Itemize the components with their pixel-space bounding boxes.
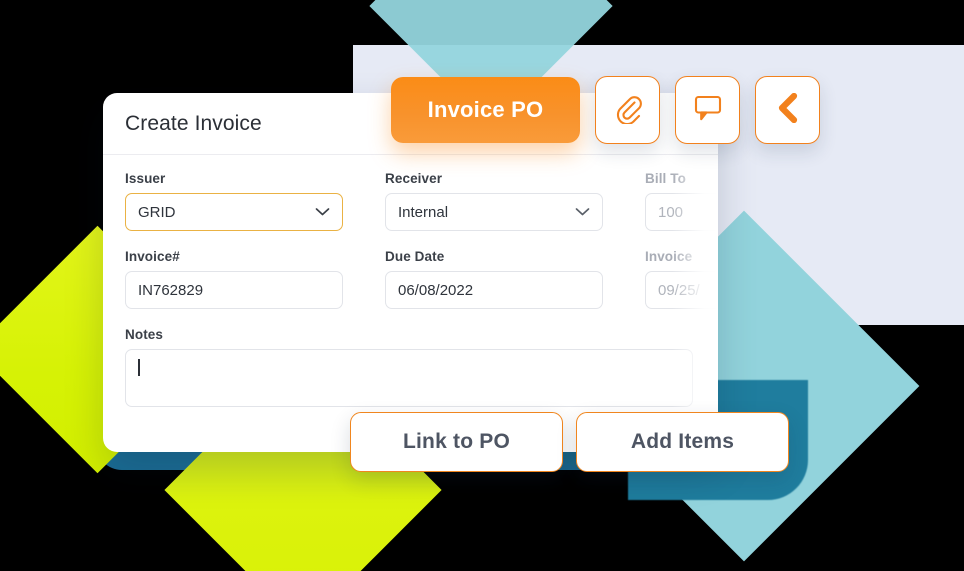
screenshot-stage: Create Invoice Issuer GRID Receiver Inte…: [0, 0, 964, 571]
receiver-field: Receiver Internal: [385, 171, 603, 231]
invoice-actions: Link to PO Add Items: [350, 412, 789, 472]
due-date-label: Due Date: [385, 249, 445, 264]
invoice-po-button[interactable]: Invoice PO: [391, 77, 580, 143]
page-title: Create Invoice: [125, 111, 262, 135]
create-invoice-card: Create Invoice Issuer GRID Receiver Inte…: [103, 93, 718, 452]
invoice-date-value: 09/25/: [658, 281, 700, 299]
comments-button[interactable]: [675, 76, 740, 144]
issuer-select[interactable]: GRID: [125, 193, 343, 231]
link-to-po-label: Link to PO: [403, 430, 510, 453]
chevron-down-icon: [575, 204, 590, 221]
form-row-1: Issuer GRID Receiver Internal Bill To 10…: [125, 171, 718, 231]
due-date-input[interactable]: 06/08/2022: [385, 271, 603, 309]
chevron-left-icon: [775, 92, 801, 128]
invoice-number-label: Invoice#: [125, 249, 180, 264]
issuer-field: Issuer GRID: [125, 171, 343, 231]
notes-field: Notes: [125, 327, 696, 407]
add-items-label: Add Items: [630, 430, 735, 453]
back-button[interactable]: [755, 76, 820, 144]
receiver-select[interactable]: Internal: [385, 193, 603, 231]
receiver-label: Receiver: [385, 171, 443, 186]
invoice-number-value: IN762829: [138, 281, 204, 299]
invoice-number-input[interactable]: IN762829: [125, 271, 343, 309]
receiver-value: Internal: [398, 203, 449, 221]
chevron-down-icon: [315, 204, 330, 221]
bill-to-value: 100: [658, 203, 684, 221]
add-items-button[interactable]: Add Items: [576, 412, 789, 472]
speech-bubble-icon: [692, 93, 724, 128]
paperclip-icon: [612, 92, 644, 129]
text-caret: [138, 359, 140, 377]
link-to-po-button[interactable]: Link to PO: [350, 412, 563, 472]
bill-to-input[interactable]: 100: [645, 193, 718, 231]
invoice-number-field: Invoice# IN762829: [125, 249, 343, 309]
form-row-2: Invoice# IN762829 Due Date 06/08/2022 In…: [125, 249, 718, 309]
notes-textarea[interactable]: [125, 349, 693, 407]
bill-to-field: Bill To 100: [645, 171, 718, 231]
bill-to-label: Bill To: [645, 171, 686, 186]
invoice-po-label: Invoice PO: [427, 97, 544, 122]
issuer-value: GRID: [138, 203, 176, 221]
issuer-label: Issuer: [125, 171, 166, 186]
invoice-date-field: Invoice 09/25/: [645, 249, 718, 309]
invoice-form: Issuer GRID Receiver Internal Bill To 10…: [103, 155, 718, 407]
attach-file-button[interactable]: [595, 76, 660, 144]
due-date-value: 06/08/2022: [398, 281, 474, 299]
invoice-date-input[interactable]: 09/25/: [645, 271, 718, 309]
invoice-date-label: Invoice: [645, 249, 693, 264]
notes-label: Notes: [125, 327, 164, 342]
invoice-toolbar: Invoice PO: [391, 76, 820, 144]
due-date-field: Due Date 06/08/2022: [385, 249, 603, 309]
